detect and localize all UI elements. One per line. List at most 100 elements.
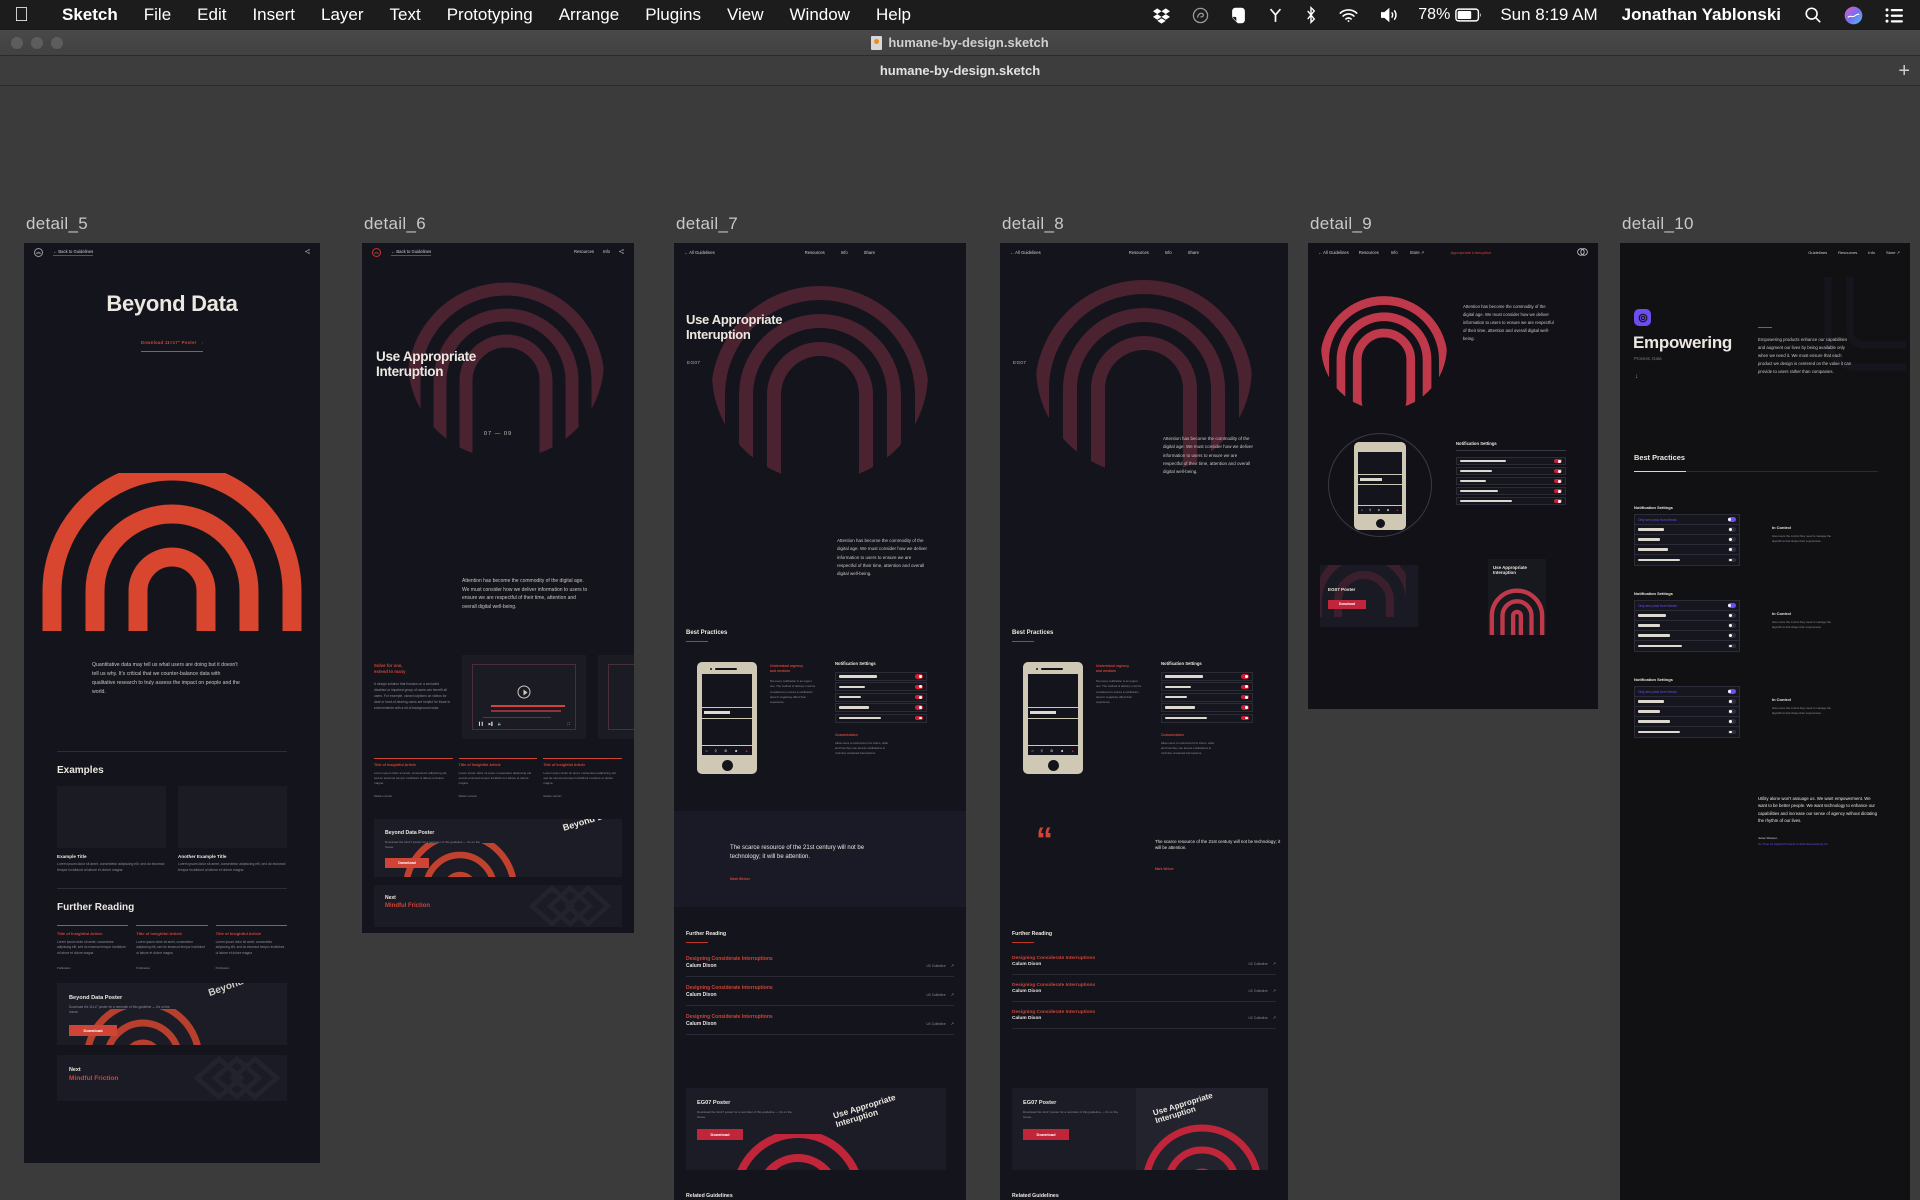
example-card[interactable]: Example Title Lorem ipsum dolor sit amet…: [57, 786, 166, 874]
search-icon[interactable]: ⚲: [715, 749, 718, 753]
volume-icon[interactable]: [1369, 7, 1410, 23]
share-icon[interactable]: [305, 248, 310, 256]
fullscreen-icon[interactable]: ⛶: [567, 722, 570, 726]
fork-icon[interactable]: [1257, 7, 1294, 24]
artboard-detail-10[interactable]: detail_10 Guidelines Resources Info Stor…: [1620, 214, 1910, 1200]
notification-settings-panel[interactable]: Notification Settings Customization Allo…: [835, 661, 927, 756]
video-progress-bar-secondary[interactable]: [491, 710, 561, 712]
external-link-icon[interactable]: ↗: [1273, 1015, 1276, 1020]
nav-links[interactable]: Guidelines Resources Info Store ↗: [1808, 250, 1900, 255]
nav-link-guidelines[interactable]: Guidelines: [1808, 250, 1827, 255]
setting-row[interactable]: [835, 713, 927, 723]
further-reading-card[interactable]: Title of Insightful Article Lorem ipsum …: [215, 925, 287, 970]
setting-row-highlight[interactable]: Only see posts from friends: [1635, 515, 1739, 525]
video-controls[interactable]: ▍▍ ▶▌ 🔈: [479, 722, 502, 726]
setting-row[interactable]: [1456, 457, 1566, 466]
dropbox-icon[interactable]: [1142, 7, 1181, 24]
nav-back-link[interactable]: ← Back to Guidelines: [391, 249, 432, 256]
toggle-switch[interactable]: [915, 695, 923, 700]
share-icon[interactable]: [1735, 1195, 1741, 1200]
next-icon[interactable]: ▶▌: [489, 722, 494, 726]
nav-link-info[interactable]: Info: [841, 250, 848, 255]
toggle-switch[interactable]: [1728, 689, 1736, 694]
further-reading-row[interactable]: Designing Considerate Interruptions Calu…: [1012, 1002, 1276, 1030]
nav-current-guideline[interactable]: Appropriate Interuption: [1450, 250, 1491, 255]
further-reading-card[interactable]: Title of Insightful Article Lorem ipsum …: [374, 758, 453, 798]
setting-row[interactable]: [1456, 466, 1566, 476]
phone-home-button[interactable]: [1375, 519, 1385, 528]
notification-icon[interactable]: ▲: [745, 749, 749, 753]
poster-promo[interactable]: EG07 Poster Download: [1320, 565, 1418, 627]
video-player[interactable]: [608, 664, 634, 730]
menu-item-edit[interactable]: Edit: [184, 5, 239, 25]
toggle-switch[interactable]: [1728, 623, 1736, 628]
setting-row[interactable]: [1161, 703, 1253, 713]
search-icon[interactable]: ⚲: [1041, 749, 1044, 753]
setting-row[interactable]: [835, 672, 927, 681]
control-center-icon[interactable]: [1874, 7, 1906, 23]
toggle-switch[interactable]: [1554, 478, 1562, 484]
menu-item-window[interactable]: Window: [777, 5, 863, 25]
toggle-switch[interactable]: [1728, 633, 1736, 638]
toggle-switch[interactable]: [915, 715, 923, 721]
bluetooth-icon[interactable]: [1294, 6, 1328, 24]
menubar-username[interactable]: Jonathan Yablonski: [1610, 5, 1793, 25]
pause-icon[interactable]: ▍▍: [479, 722, 485, 726]
toggle-switch[interactable]: [1241, 674, 1249, 679]
video-progress-bar[interactable]: [491, 705, 565, 707]
setting-row[interactable]: [1635, 717, 1739, 727]
setting-row-highlight[interactable]: Only see posts from friends: [1635, 601, 1739, 611]
menu-item-layer[interactable]: Layer: [308, 5, 377, 25]
setting-row[interactable]: [1635, 611, 1739, 621]
further-reading-row[interactable]: Designing Considerate Interruptions Calu…: [686, 1006, 954, 1036]
toggle-switch[interactable]: [1728, 613, 1736, 618]
setting-row[interactable]: [1635, 535, 1739, 545]
artboard-detail-6[interactable]: detail_6 ← Back to Guidelines Resources …: [362, 214, 634, 933]
home-icon[interactable]: ⌂: [705, 749, 707, 753]
further-reading-card[interactable]: Title of Insightful Article Lorem ipsum …: [458, 758, 538, 798]
menubar-clock[interactable]: Sun 8:19 AM: [1488, 5, 1609, 25]
search-icon[interactable]: [1793, 6, 1833, 24]
notification-settings-panel[interactable]: Notification Settings: [1456, 441, 1566, 506]
menu-item-help[interactable]: Help: [863, 5, 924, 25]
new-tab-button[interactable]: +: [1898, 61, 1910, 81]
poster-promo[interactable]: Beyond Data Beyond Data Poster Download …: [57, 983, 287, 1045]
tab-humane-by-design[interactable]: humane-by-design.sketch: [0, 63, 1920, 78]
nav-link-resources[interactable]: Resources: [1129, 250, 1149, 255]
setting-row[interactable]: [1635, 555, 1739, 565]
setting-row-highlight[interactable]: Only see posts from friends: [1635, 687, 1739, 697]
sketch-canvas[interactable]: detail_5 ← Back to Guidelines Beyond Dat…: [0, 86, 1920, 1200]
download-button[interactable]: Download: [697, 1129, 743, 1141]
setting-row[interactable]: [1161, 682, 1253, 692]
artboard-canvas[interactable]: ← Back to Guidelines Beyond Data Downloa…: [24, 243, 320, 1163]
nav-back-link[interactable]: ← All Guidelines: [1318, 250, 1349, 255]
notification-icon[interactable]: ▲: [1396, 508, 1399, 512]
nav-link-resources[interactable]: Resources: [1838, 250, 1857, 255]
toggle-switch[interactable]: [1241, 705, 1249, 710]
setting-row[interactable]: [1635, 707, 1739, 717]
artboard-detail-5[interactable]: detail_5 ← Back to Guidelines Beyond Dat…: [24, 214, 320, 1163]
artboard-label[interactable]: detail_8: [1002, 214, 1288, 234]
artboard-detail-7[interactable]: detail_7 ← All Guidelines Resources Info…: [674, 214, 966, 1200]
search-icon[interactable]: ⚲: [1369, 508, 1371, 512]
share-icon[interactable]: [619, 249, 624, 255]
setting-row[interactable]: [1161, 672, 1253, 681]
setting-row[interactable]: [1161, 692, 1253, 702]
poster-promo[interactable]: Use Appropriate Interuption EG07 Poster D…: [686, 1088, 946, 1170]
site-nav[interactable]: ← All Guidelines Resources Info Share: [674, 243, 966, 257]
menu-item-prototyping[interactable]: Prototyping: [434, 5, 546, 25]
site-nav[interactable]: ← Back to Guidelines: [24, 243, 320, 257]
video-progress-bar-tertiary[interactable]: [483, 716, 551, 718]
nav-link-info[interactable]: Info: [603, 249, 610, 255]
menu-item-file[interactable]: File: [131, 5, 184, 25]
setting-row[interactable]: [835, 682, 927, 692]
gear-icon[interactable]: ⚙: [1050, 749, 1053, 753]
example-thumbnail[interactable]: [57, 786, 166, 848]
setting-row[interactable]: [1635, 525, 1739, 535]
download-button[interactable]: Download: [69, 1024, 117, 1036]
toggle-switch[interactable]: [1554, 459, 1562, 464]
apple-logo-icon[interactable]: : [14, 5, 29, 25]
further-reading-row[interactable]: Designing Considerate Interruptions Calu…: [1012, 956, 1276, 976]
gear-icon[interactable]: ⚙: [724, 749, 727, 753]
video-card[interactable]: ▍▍ ▶▌ 🔈 ⛶: [462, 655, 586, 739]
